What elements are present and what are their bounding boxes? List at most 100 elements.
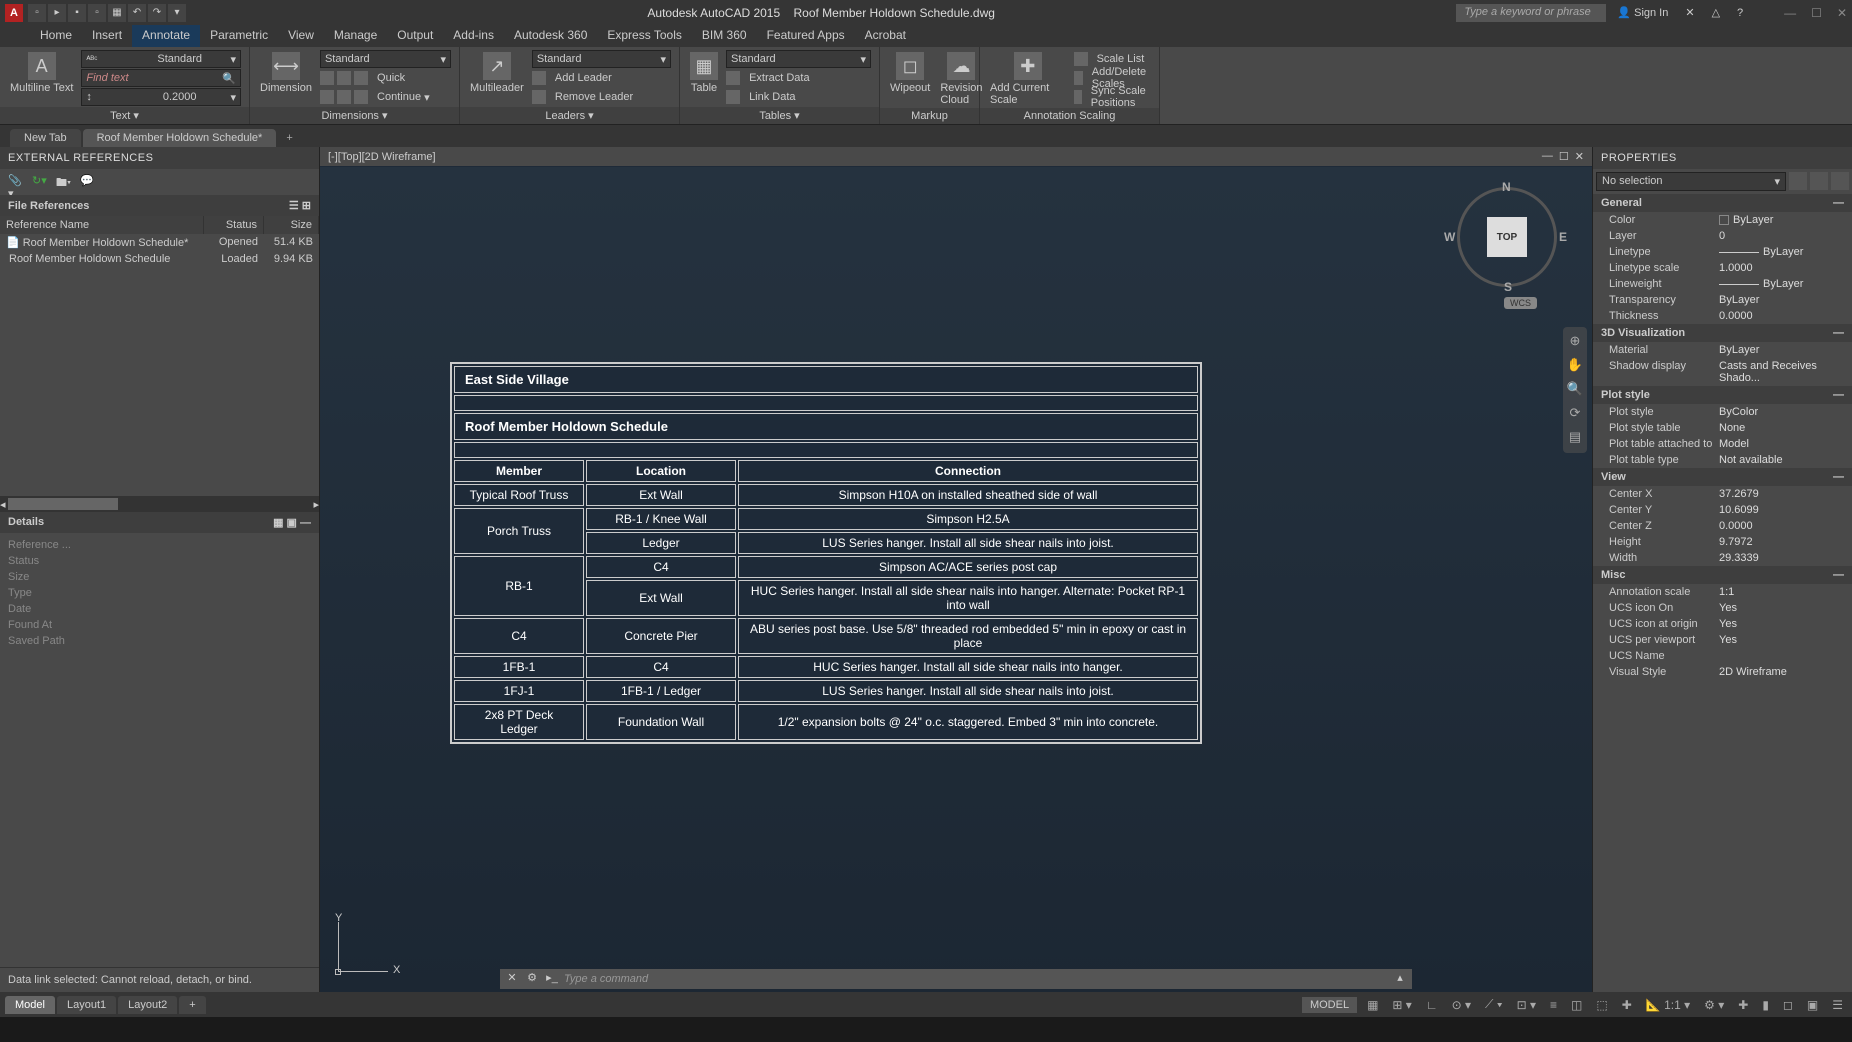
file-table-header[interactable]: Reference Name Status Size: [0, 216, 319, 234]
qat-undo-icon[interactable]: ↶: [128, 4, 146, 22]
table-button[interactable]: ▦ Table: [688, 50, 720, 96]
viewcube-east[interactable]: E: [1559, 230, 1567, 244]
col-header-name[interactable]: Reference Name: [0, 216, 204, 234]
clean-screen-icon[interactable]: ▣: [1803, 996, 1822, 1014]
annotation-scale-label[interactable]: 📐 1:1 ▾: [1642, 996, 1694, 1014]
qat-new-icon[interactable]: ▫: [28, 4, 46, 22]
isodraft-icon[interactable]: ⟋ ▾: [1481, 995, 1507, 1014]
lineweight-icon[interactable]: ≡: [1546, 996, 1561, 1014]
col-header-size[interactable]: Size: [264, 216, 319, 234]
qat-redo-icon[interactable]: ↷: [148, 4, 166, 22]
property-row[interactable]: Center Y10.6099: [1593, 502, 1852, 518]
menu-autodesk-360[interactable]: Autodesk 360: [504, 25, 597, 47]
cmd-customize-icon[interactable]: ⚙: [524, 971, 540, 987]
pan-icon[interactable]: ✋: [1566, 357, 1584, 375]
property-row[interactable]: Plot styleByColor: [1593, 404, 1852, 420]
isolate-icon[interactable]: ◻: [1779, 996, 1797, 1014]
command-input[interactable]: Type a command: [564, 973, 1388, 985]
canvas-maximize-icon[interactable]: ☐: [1559, 150, 1569, 163]
property-row[interactable]: Plot table typeNot available: [1593, 452, 1852, 468]
sync-scale-button[interactable]: Sync Scale Positions: [1074, 88, 1152, 106]
maximize-button[interactable]: ☐: [1811, 6, 1822, 20]
property-row[interactable]: ColorByLayer: [1593, 212, 1852, 228]
table-style-dropdown[interactable]: Standard▾: [726, 50, 871, 68]
layout-tab-model[interactable]: Model: [5, 996, 55, 1014]
wipeout-button[interactable]: ◻ Wipeout: [888, 50, 932, 96]
viewcube-north[interactable]: N: [1502, 180, 1511, 194]
viewcube-face[interactable]: TOP: [1487, 217, 1527, 257]
panel-label[interactable]: Dimensions ▾: [250, 107, 459, 124]
prop-section-header[interactable]: Misc—: [1593, 566, 1852, 584]
layout-tab-layout1[interactable]: Layout1: [57, 996, 116, 1014]
property-row[interactable]: Layer0: [1593, 228, 1852, 244]
panel-label[interactable]: Text ▾: [0, 107, 249, 124]
text-height-dropdown[interactable]: ↕ 0.2000▾: [81, 88, 241, 106]
app-logo[interactable]: A: [5, 4, 23, 22]
customize-icon[interactable]: ☰: [1828, 996, 1847, 1014]
canvas-minimize-icon[interactable]: —: [1542, 150, 1553, 163]
property-row[interactable]: Plot style tableNone: [1593, 420, 1852, 436]
menu-add-ins[interactable]: Add-ins: [443, 25, 504, 47]
panel-label[interactable]: Tables ▾: [680, 107, 879, 124]
property-row[interactable]: Visual Style2D Wireframe: [1593, 664, 1852, 680]
transparency-icon[interactable]: ◫: [1567, 996, 1586, 1014]
viewcube-west[interactable]: W: [1444, 230, 1455, 244]
help-icon[interactable]: ?: [1731, 5, 1749, 21]
workspace-icon[interactable]: ✚: [1734, 996, 1752, 1014]
menu-view[interactable]: View: [278, 25, 324, 47]
info-icon[interactable]: 💬: [80, 174, 96, 190]
tab-new[interactable]: New Tab: [10, 129, 81, 147]
schedule-table[interactable]: East Side VillageRoof Member Holdown Sch…: [450, 362, 1202, 744]
polar-icon[interactable]: ⊙ ▾: [1448, 996, 1475, 1014]
prop-section-header[interactable]: Plot style—: [1593, 386, 1852, 404]
qat-saveas-icon[interactable]: ▫: [88, 4, 106, 22]
prop-section-header[interactable]: General—: [1593, 194, 1852, 212]
autodesk360-icon[interactable]: △: [1706, 4, 1726, 21]
cmd-history-icon[interactable]: ▴: [1392, 971, 1408, 987]
file-reference-row[interactable]: Roof Member Holdown ScheduleLoaded9.94 K…: [0, 251, 319, 267]
model-space-badge[interactable]: MODEL: [1302, 997, 1357, 1013]
leader-style-dropdown[interactable]: Standard▾: [532, 50, 671, 68]
attach-icon[interactable]: 📎▾: [8, 174, 24, 190]
menu-output[interactable]: Output: [387, 25, 443, 47]
wcs-badge[interactable]: WCS: [1504, 297, 1537, 309]
menu-manage[interactable]: Manage: [324, 25, 387, 47]
qat-open-icon[interactable]: ▸: [48, 4, 66, 22]
osnap-icon[interactable]: ⊡ ▾: [1513, 996, 1540, 1014]
menu-express-tools[interactable]: Express Tools: [597, 25, 691, 47]
path-icon[interactable]: 🖿▾: [56, 174, 72, 190]
add-leader-button[interactable]: Add Leader: [532, 69, 671, 87]
multiline-text-button[interactable]: A Multiline Text: [8, 50, 75, 96]
layout-tab-layout2[interactable]: Layout2: [118, 996, 177, 1014]
cmd-close-icon[interactable]: ✕: [504, 971, 520, 987]
search-input[interactable]: Type a keyword or phrase: [1456, 4, 1606, 22]
qat-save-icon[interactable]: ▪: [68, 4, 86, 22]
dimension-button[interactable]: ⟷ Dimension: [258, 50, 314, 96]
multileader-button[interactable]: ↗ Multileader: [468, 50, 526, 96]
property-row[interactable]: Shadow displayCasts and Receives Shado..…: [1593, 358, 1852, 386]
zoom-icon[interactable]: 🔍: [1566, 381, 1584, 399]
orbit-icon[interactable]: ⟳: [1566, 405, 1584, 423]
find-icon[interactable]: 🔍: [222, 72, 236, 85]
property-row[interactable]: Center X37.2679: [1593, 486, 1852, 502]
snap-icon[interactable]: ⊞ ▾: [1388, 996, 1415, 1014]
hardware-accel-icon[interactable]: ▮: [1758, 996, 1773, 1014]
qat-dropdown-icon[interactable]: ▾: [168, 4, 186, 22]
text-style-dropdown[interactable]: ᴬᴮᶜ Standard▾: [81, 50, 241, 68]
menu-featured-apps[interactable]: Featured Apps: [757, 25, 855, 47]
property-row[interactable]: UCS per viewportYes: [1593, 632, 1852, 648]
dim-style-dropdown[interactable]: Standard▾: [320, 50, 451, 68]
drawing-canvas[interactable]: TOP N S E W WCS ⊕ ✋ 🔍 ⟳ ▤ East Side Vill…: [320, 167, 1592, 992]
pickadd-icon[interactable]: [1789, 172, 1807, 190]
signin-button[interactable]: 👤 Sign In: [1611, 4, 1674, 21]
property-row[interactable]: LineweightByLayer: [1593, 276, 1852, 292]
col-header-status[interactable]: Status: [204, 216, 264, 234]
view-toggle-icons[interactable]: ☰ ⊞: [289, 199, 311, 212]
property-row[interactable]: UCS Name: [1593, 648, 1852, 664]
property-row[interactable]: Center Z0.0000: [1593, 518, 1852, 534]
menu-home[interactable]: Home: [30, 25, 82, 47]
prop-section-header[interactable]: 3D Visualization—: [1593, 324, 1852, 342]
menu-bim-360[interactable]: BIM 360: [692, 25, 757, 47]
menu-parametric[interactable]: Parametric: [200, 25, 278, 47]
link-data-button[interactable]: Link Data: [726, 88, 871, 106]
